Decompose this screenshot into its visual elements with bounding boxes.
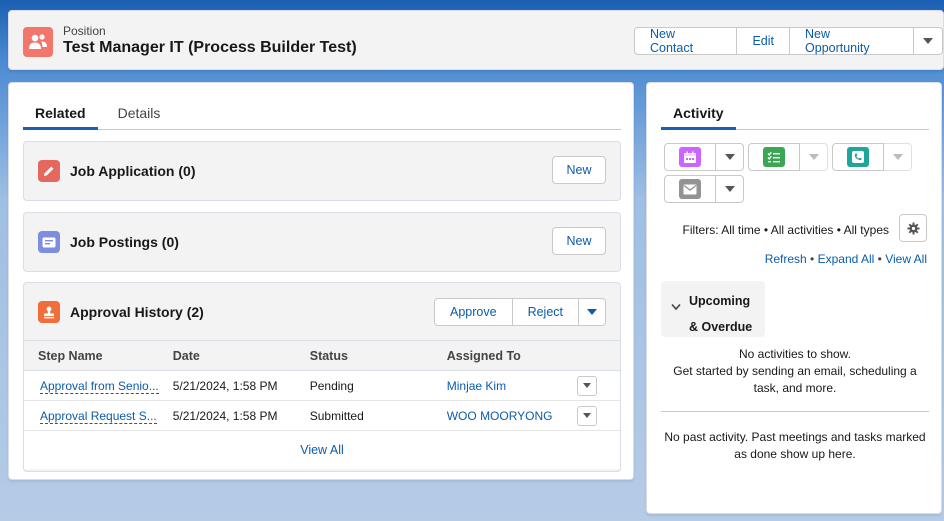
get-started-text: Get started by sending an email, schedul…: [673, 364, 917, 395]
column-actions: [562, 340, 620, 371]
chevron-down-icon: [671, 303, 681, 311]
row-actions-button[interactable]: [576, 405, 597, 426]
new-task-button[interactable]: [748, 143, 800, 171]
no-past-activity-text: No past activity. Past meetings and task…: [664, 430, 926, 461]
record-tabs: Related Details: [23, 97, 621, 130]
job-application-new-button[interactable]: New: [552, 156, 606, 184]
new-task-dropdown: [800, 143, 828, 171]
activity-tabs: Activity: [661, 97, 929, 130]
status-cell: Submitted: [295, 400, 433, 431]
activity-divider: [661, 411, 929, 412]
approval-actions: Approve Reject: [434, 298, 606, 326]
upcoming-overdue-toggle[interactable]: Upcoming & Overdue: [661, 281, 765, 337]
edit-button[interactable]: Edit: [737, 27, 791, 55]
row-actions-button[interactable]: [576, 375, 597, 396]
job-postings-title: Job Postings (0): [70, 234, 179, 250]
email-icon: [679, 179, 701, 199]
status-cell: Pending: [295, 370, 433, 401]
log-call-button[interactable]: [832, 143, 884, 171]
chevron-down-icon: [808, 154, 819, 160]
table-header-row: Step Name Date Status Assigned To: [24, 340, 620, 371]
refresh-link[interactable]: Refresh: [765, 252, 807, 266]
column-date[interactable]: Date: [158, 340, 296, 371]
send-email-action: [664, 175, 744, 203]
object-type-label: Position: [63, 24, 106, 38]
approve-button[interactable]: Approve: [434, 298, 513, 326]
phone-icon: [847, 147, 869, 167]
tab-details[interactable]: Details: [106, 97, 173, 130]
related-panel: Related Details Job Application (0) New …: [8, 82, 634, 480]
activity-filters-text: Filters: All time • All activities • All…: [682, 223, 889, 237]
record-header: Position Test Manager IT (Process Builde…: [8, 10, 944, 70]
approval-history-title: Approval History (2): [70, 304, 204, 320]
upcoming-label: Upcoming: [689, 294, 751, 308]
gear-icon: [906, 221, 920, 235]
date-cell: 5/21/2024, 1:58 PM: [158, 400, 296, 431]
chevron-down-icon: [724, 186, 735, 192]
header-actions: New Contact Edit New Opportunity: [634, 27, 943, 55]
tab-related[interactable]: Related: [23, 97, 98, 130]
chevron-down-icon: [923, 38, 933, 44]
send-email-dropdown[interactable]: [716, 175, 744, 203]
approval-more-button[interactable]: [579, 298, 606, 326]
job-postings-new-button[interactable]: New: [552, 227, 606, 255]
task-icon: [763, 147, 785, 167]
chevron-down-icon: [582, 383, 591, 388]
chevron-down-icon: [582, 413, 591, 418]
position-icon: [23, 27, 53, 57]
new-opportunity-button[interactable]: New Opportunity: [790, 27, 914, 55]
approval-view-all-link[interactable]: View All: [24, 431, 620, 469]
new-task-action: [748, 143, 828, 171]
activity-panel: Activity Filters: All time • All activit…: [646, 82, 942, 514]
chevron-down-icon: [587, 309, 597, 315]
log-call-action: [832, 143, 912, 171]
date-cell: 5/21/2024, 1:58 PM: [158, 370, 296, 401]
job-application-list: Job Application (0) New: [23, 141, 621, 201]
filter-settings-button[interactable]: [899, 214, 927, 242]
job-application-title: Job Application (0): [70, 163, 196, 179]
approval-history-list: Approval History (2) Approve Reject Step…: [23, 282, 621, 472]
new-event-action: [664, 143, 744, 171]
table-row: Approval from Senio... 5/21/2024, 1:58 P…: [24, 370, 620, 401]
link-separator: •: [806, 252, 818, 266]
activity-view-all-link[interactable]: View All: [885, 252, 927, 266]
table-row: Approval Request S... 5/21/2024, 1:58 PM…: [24, 400, 620, 431]
log-call-dropdown: [884, 143, 912, 171]
record-title: Test Manager IT (Process Builder Test): [63, 39, 357, 56]
column-status[interactable]: Status: [295, 340, 433, 371]
posting-icon: [38, 231, 60, 253]
reject-button[interactable]: Reject: [512, 298, 579, 326]
calendar-icon: [679, 147, 701, 167]
overdue-label: & Overdue: [689, 320, 753, 334]
expand-all-link[interactable]: Expand All: [818, 252, 875, 266]
tab-activity[interactable]: Activity: [661, 97, 736, 130]
step-name-link[interactable]: Approval from Senio...: [40, 378, 159, 394]
more-actions-button[interactable]: [914, 27, 943, 55]
pencil-icon: [38, 160, 60, 182]
chevron-down-icon: [724, 154, 735, 160]
step-name-link[interactable]: Approval Request S...: [40, 408, 157, 424]
assigned-to-link[interactable]: Minjae Kim: [447, 379, 506, 393]
link-separator: •: [874, 252, 886, 266]
activity-links: Refresh • Expand All • View All: [765, 252, 927, 266]
column-step-name[interactable]: Step Name: [24, 340, 159, 371]
send-email-button[interactable]: [664, 175, 716, 203]
column-assigned-to[interactable]: Assigned To: [432, 340, 563, 371]
new-contact-button[interactable]: New Contact: [634, 27, 738, 55]
chevron-down-icon: [892, 154, 903, 160]
job-postings-list: Job Postings (0) New: [23, 212, 621, 272]
new-event-dropdown[interactable]: [716, 143, 744, 171]
new-event-button[interactable]: [664, 143, 716, 171]
no-activities-text: No activities to show.: [738, 347, 852, 361]
stamp-icon: [38, 301, 60, 323]
approval-table: Step Name Date Status Assigned To Approv…: [24, 340, 620, 469]
assigned-to-link[interactable]: WOO MOORYONG: [447, 409, 553, 423]
